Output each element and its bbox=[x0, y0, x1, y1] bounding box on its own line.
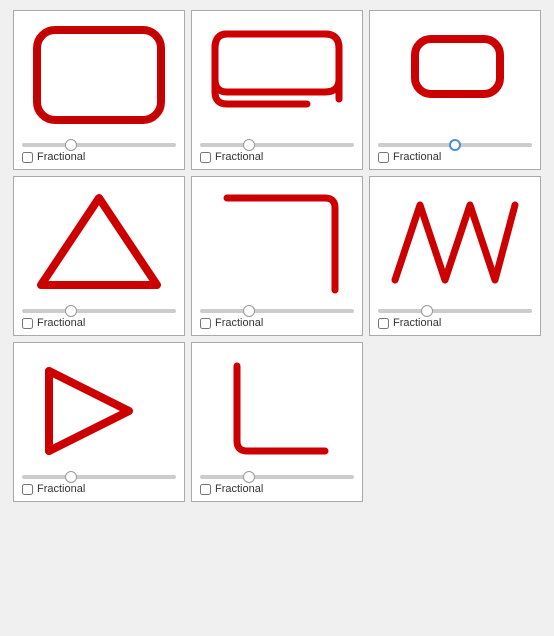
svg-curve bbox=[207, 190, 347, 300]
label-5: Fractional bbox=[215, 317, 263, 329]
label-7: Fractional bbox=[37, 483, 85, 495]
card-rounded-rect-full: Fractional bbox=[13, 10, 185, 170]
label-4: Fractional bbox=[37, 317, 85, 329]
canvas-curve bbox=[200, 185, 354, 305]
checkbox-4[interactable] bbox=[22, 318, 33, 329]
checkbox-row-7: Fractional bbox=[22, 483, 176, 495]
canvas-triangle bbox=[22, 185, 176, 305]
card-triangle: Fractional bbox=[13, 176, 185, 336]
label-1: Fractional bbox=[37, 151, 85, 163]
checkbox-7[interactable] bbox=[22, 484, 33, 495]
label-2: Fractional bbox=[215, 151, 263, 163]
checkbox-row-2: Fractional bbox=[200, 151, 354, 163]
card-arrow: Fractional bbox=[13, 342, 185, 502]
label-3: Fractional bbox=[393, 151, 441, 163]
slider-4[interactable] bbox=[22, 309, 176, 313]
checkbox-1[interactable] bbox=[22, 152, 33, 163]
slider-row-7 bbox=[22, 475, 176, 479]
checkbox-6[interactable] bbox=[378, 318, 389, 329]
checkbox-row-3: Fractional bbox=[378, 151, 532, 163]
svg-arrow bbox=[29, 356, 169, 466]
slider-2[interactable] bbox=[200, 143, 354, 147]
slider-8[interactable] bbox=[200, 475, 354, 479]
label-6: Fractional bbox=[393, 317, 441, 329]
svg-rounded-rect-full bbox=[29, 24, 169, 134]
canvas-zigzag bbox=[378, 185, 532, 305]
checkbox-5[interactable] bbox=[200, 318, 211, 329]
slider-5[interactable] bbox=[200, 309, 354, 313]
slider-6[interactable] bbox=[378, 309, 532, 313]
canvas-rounded-rect-full bbox=[22, 19, 176, 139]
checkbox-row-4: Fractional bbox=[22, 317, 176, 329]
slider-row-3 bbox=[378, 143, 532, 147]
shape-grid: Fractional Fractional bbox=[13, 10, 541, 502]
slider-row-6 bbox=[378, 309, 532, 313]
card-zigzag: Fractional bbox=[369, 176, 541, 336]
slider-3[interactable] bbox=[378, 143, 532, 147]
checkbox-row-1: Fractional bbox=[22, 151, 176, 163]
slider-row-1 bbox=[22, 143, 176, 147]
canvas-arrow bbox=[22, 351, 176, 471]
svg-zigzag bbox=[385, 190, 525, 300]
card-curve: Fractional bbox=[191, 176, 363, 336]
checkbox-row-5: Fractional bbox=[200, 317, 354, 329]
svg-corner bbox=[207, 356, 347, 466]
checkbox-3[interactable] bbox=[378, 152, 389, 163]
slider-row-2 bbox=[200, 143, 354, 147]
svg-rounded-rect-partial bbox=[207, 24, 347, 134]
slider-row-8 bbox=[200, 475, 354, 479]
canvas-rounded-rect-partial bbox=[200, 19, 354, 139]
slider-row-4 bbox=[22, 309, 176, 313]
checkbox-8[interactable] bbox=[200, 484, 211, 495]
slider-1[interactable] bbox=[22, 143, 176, 147]
slider-7[interactable] bbox=[22, 475, 176, 479]
slider-row-5 bbox=[200, 309, 354, 313]
card-rounded-rect-partial: Fractional bbox=[191, 10, 363, 170]
label-8: Fractional bbox=[215, 483, 263, 495]
canvas-rounded-rect-small bbox=[378, 19, 532, 139]
svg-triangle bbox=[29, 190, 169, 300]
checkbox-2[interactable] bbox=[200, 152, 211, 163]
canvas-corner bbox=[200, 351, 354, 471]
checkbox-row-8: Fractional bbox=[200, 483, 354, 495]
card-corner: Fractional bbox=[191, 342, 363, 502]
checkbox-row-6: Fractional bbox=[378, 317, 532, 329]
card-rounded-rect-small: Fractional bbox=[369, 10, 541, 170]
svg-rounded-rect-small bbox=[385, 24, 525, 134]
